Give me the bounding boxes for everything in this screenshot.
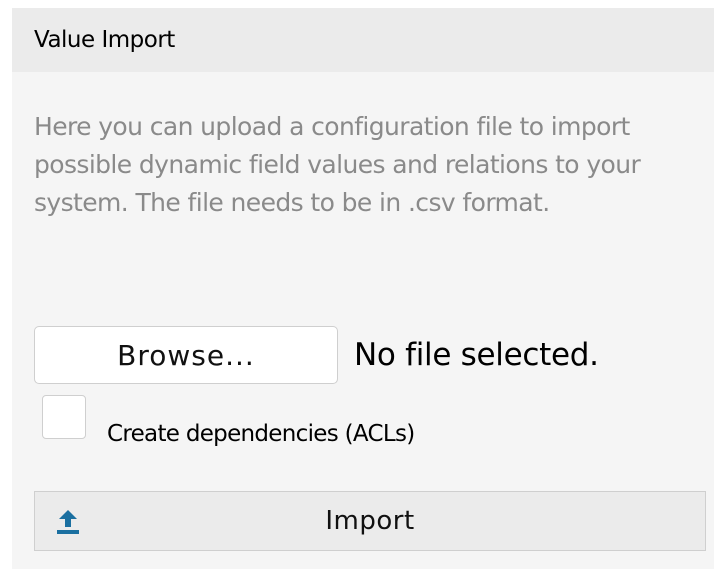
value-import-panel: Value Import Here you can upload a confi… [12,8,714,569]
create-dependencies-checkbox[interactable] [42,395,86,439]
panel-description: Here you can upload a configuration file… [34,112,641,217]
import-button[interactable]: Import [34,491,706,551]
create-dependencies-label[interactable]: Create dependencies (ACLs) [107,421,415,447]
import-button-label: Import [325,506,415,536]
create-dependencies-row: Create dependencies (ACLs) [42,395,415,447]
browse-button[interactable]: Browse... [34,326,338,384]
panel-title: Value Import [12,8,714,72]
file-status-text: No file selected. [354,337,599,373]
file-upload-row: Browse... No file selected. [34,326,599,384]
